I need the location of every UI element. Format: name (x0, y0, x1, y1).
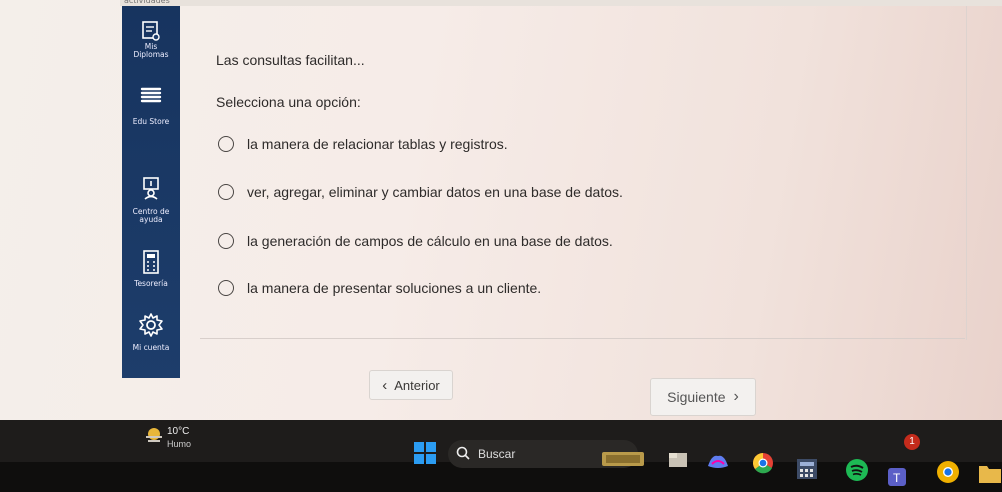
taskbar: 10°C Humo Buscar T 1 (0, 420, 1002, 492)
diploma-icon (142, 21, 160, 41)
search-icon (456, 446, 470, 460)
option-4[interactable]: la manera de presentar soluciones a un c… (218, 280, 541, 296)
sidebar-item-mi-cuenta[interactable]: Mi cuenta (122, 312, 180, 352)
previous-label: Anterior (394, 377, 440, 393)
quiz-navigation: ‹ Anterior Siguiente › (122, 370, 1002, 420)
svg-text:T: T (893, 471, 901, 485)
option-2[interactable]: ver, agregar, eliminar y cambiar datos e… (218, 184, 623, 200)
chrome-alt-icon[interactable] (936, 460, 960, 484)
weather-haze-icon[interactable] (145, 426, 163, 444)
teams-icon[interactable]: T (886, 462, 912, 488)
chrome-icon[interactable] (752, 452, 774, 474)
sidebar-label: Edu Store (132, 117, 170, 126)
option-3[interactable]: la generación de campos de cálculo en un… (218, 233, 613, 249)
previous-button[interactable]: ‹ Anterior (369, 370, 453, 400)
sidebar-label: Tesorería (134, 279, 168, 288)
browser-viewport: actividades Mis Diplomas Edu Store Centr… (0, 0, 1002, 420)
quiz-card: Las consultas facilitan... Selecciona un… (180, 6, 1002, 378)
sidebar: Mis Diplomas Edu Store Centro de ayuda T… (122, 6, 180, 378)
radio-button[interactable] (218, 233, 234, 249)
windows-start-icon[interactable] (414, 442, 436, 464)
question-text: Las consultas facilitan... (216, 52, 365, 68)
radio-button[interactable] (218, 280, 234, 296)
option-label: la manera de relacionar tablas y registr… (247, 136, 508, 152)
chevron-left-icon: ‹ (382, 376, 388, 394)
calculator-app-icon[interactable] (796, 458, 818, 480)
sidebar-item-tesoreria[interactable]: Tesorería (122, 250, 180, 288)
calculator-icon (143, 250, 159, 274)
sidebar-label: Mi cuenta (132, 343, 170, 352)
radio-button[interactable] (218, 136, 234, 152)
file-explorer-icon[interactable] (668, 452, 688, 468)
sidebar-item-mis-diplomas[interactable]: Mis Diplomas (122, 20, 180, 59)
weather-temperature[interactable]: 10°C (167, 426, 189, 437)
sidebar-label: Diplomas (133, 50, 169, 59)
option-label: ver, agregar, eliminar y cambiar datos e… (247, 184, 623, 200)
book-stack-icon (140, 87, 162, 103)
notification-badge: 1 (904, 434, 920, 450)
next-button[interactable]: Siguiente › (650, 378, 756, 416)
copilot-icon[interactable] (706, 452, 730, 470)
radio-button[interactable] (218, 184, 234, 200)
next-label: Siguiente (667, 389, 726, 405)
gear-icon (139, 313, 163, 337)
sidebar-item-centro-de-ayuda[interactable]: Centro de ayuda (122, 176, 180, 224)
sidebar-label: ayuda (139, 215, 163, 224)
top-strip-text: actividades (124, 0, 170, 5)
sidebar-item-edu-store[interactable]: Edu Store (122, 84, 180, 126)
folder-icon[interactable] (978, 462, 1002, 484)
option-label: la generación de campos de cálculo en un… (247, 233, 613, 249)
help-desk-icon (143, 177, 159, 200)
weather-description[interactable]: Humo (167, 439, 191, 449)
search-placeholder[interactable]: Buscar (478, 447, 515, 461)
card-border (966, 6, 967, 340)
spotify-icon[interactable] (845, 458, 869, 482)
chevron-right-icon: › (733, 388, 739, 405)
option-1[interactable]: la manera de relacionar tablas y registr… (218, 136, 508, 152)
search-highlight-icon[interactable] (600, 450, 646, 468)
option-label: la manera de presentar soluciones a un c… (247, 280, 542, 296)
instruction-text: Selecciona una opción: (216, 94, 361, 110)
card-divider (200, 338, 965, 339)
